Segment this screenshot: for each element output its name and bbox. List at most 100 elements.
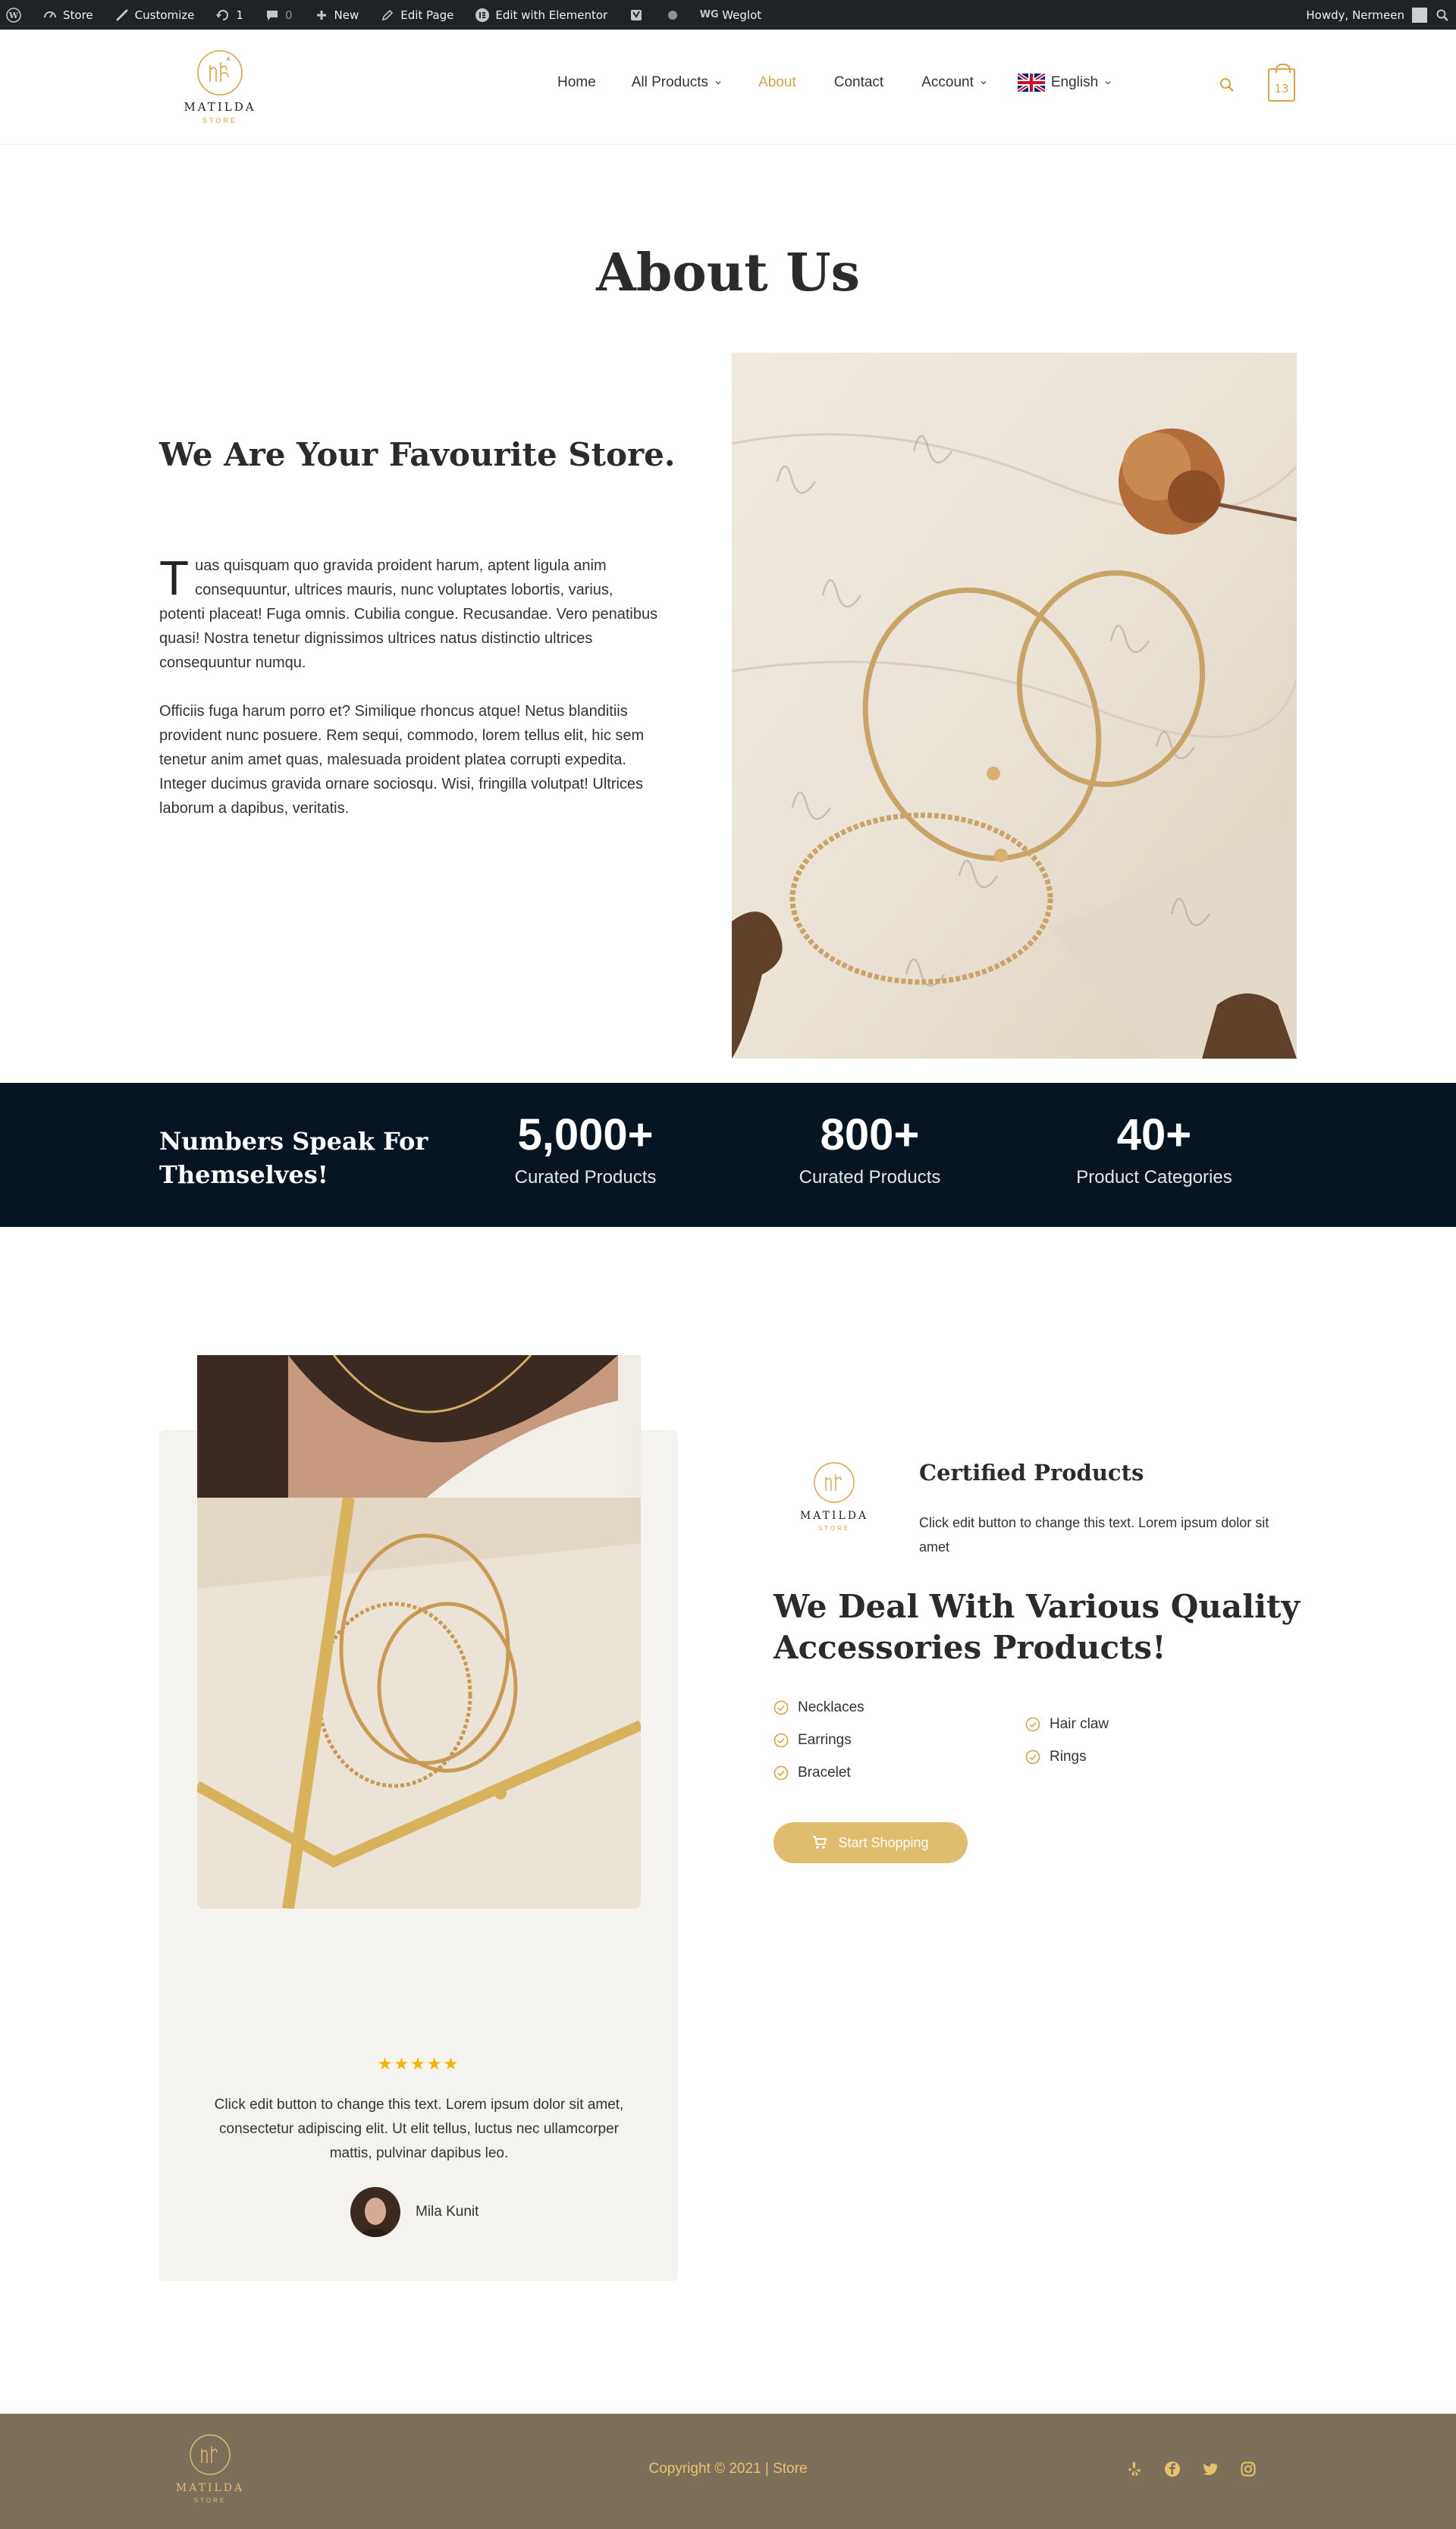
page-title: About Us — [596, 243, 860, 303]
certified-title: Certified Products — [919, 1460, 1144, 1486]
site-footer: MATILDA STORE Copyright © 2021 | Store — [0, 2414, 1456, 2529]
nav-about[interactable]: About — [758, 74, 796, 91]
about-subtitle: We Are Your Favourite Store. — [159, 436, 676, 473]
language-switcher[interactable]: English — [1016, 71, 1112, 94]
svg-text:W: W — [8, 11, 19, 20]
facebook-icon[interactable] — [1164, 2461, 1181, 2477]
logo-sub: STORE — [818, 1525, 850, 1532]
language-label: English — [1050, 74, 1099, 90]
dropcap: T — [159, 551, 190, 605]
stat-curated: 800+ Curated Products — [756, 1109, 984, 1188]
yoast-menu[interactable] — [629, 8, 644, 23]
necklace-photo — [197, 1355, 641, 1499]
main-navigation: Home All Products About Contact Account — [557, 71, 1112, 94]
start-shopping-label: Start Shopping — [838, 1834, 929, 1850]
stat-label: Product Categories — [1076, 1167, 1232, 1188]
chevron-down-icon — [981, 81, 987, 85]
list-item: Bracelet — [774, 1756, 864, 1789]
edit-page-link[interactable]: Edit Page — [380, 8, 453, 23]
weglot-link[interactable]: WG Weglot — [700, 8, 762, 23]
stat-value: 5,000+ — [517, 1110, 654, 1159]
list-item-label: Necklaces — [798, 1699, 864, 1715]
dashboard-icon — [42, 8, 58, 23]
updates-icon — [215, 8, 231, 23]
search-icon[interactable] — [1435, 8, 1450, 23]
instagram-icon[interactable] — [1240, 2461, 1257, 2477]
twitter-icon[interactable] — [1202, 2461, 1219, 2477]
nav-about-label: About — [758, 74, 796, 90]
start-shopping-button[interactable]: Start Shopping — [774, 1822, 968, 1863]
cart-button[interactable]: 13 — [1268, 64, 1295, 102]
nav-all-products[interactable]: All Products — [632, 74, 722, 91]
comment-icon — [265, 8, 280, 23]
uk-flag-icon — [1016, 71, 1046, 94]
author-name: Mila Kunit — [416, 2204, 479, 2220]
customize-link[interactable]: Customize — [115, 8, 195, 23]
user-avatar[interactable] — [1412, 7, 1427, 23]
edit-with-elementor-link[interactable]: Edit with Elementor — [475, 8, 607, 23]
list-item: Earrings — [774, 1724, 864, 1756]
check-circle-icon — [774, 1700, 789, 1715]
nav-contact[interactable]: Contact — [834, 74, 883, 91]
weglot-label: Weglot — [722, 8, 762, 22]
list-item-label: Hair claw — [1050, 1715, 1109, 1732]
seo-status[interactable] — [665, 8, 680, 23]
new-label: New — [334, 8, 359, 22]
list-item: Rings — [1025, 1740, 1109, 1773]
certified-logo: MATILDA STORE — [792, 1460, 876, 1536]
testimonial-author: Mila Kunit — [350, 2187, 479, 2237]
logo-sub: STORE — [194, 2497, 226, 2504]
stat-products: 5,000+ Curated Products — [472, 1109, 699, 1188]
check-circle-icon — [774, 1733, 789, 1747]
stat-label: Curated Products — [514, 1167, 657, 1188]
check-circle-icon — [1025, 1717, 1040, 1731]
stat-categories: 40+ Product Categories — [1040, 1109, 1268, 1188]
product-list-right: Hair claw Rings — [1025, 1708, 1109, 1773]
about-text: Tuas quisquam quo gravida proident harum… — [159, 554, 660, 821]
about-paragraph-1: uas quisquam quo gravida proident harum,… — [159, 557, 658, 671]
certified-text: Click edit button to change this text. L… — [919, 1515, 1269, 1555]
search-icon[interactable] — [1217, 75, 1238, 96]
admin-bar: W Store Customize 1 0 New Edit Page Edit… — [0, 0, 1456, 30]
stats-title: Numbers Speak For Themselves! — [159, 1127, 428, 1189]
site-name-label: Store — [63, 8, 93, 22]
list-item: Hair claw — [1025, 1708, 1109, 1740]
updates-count: 1 — [236, 8, 243, 22]
deal-title: We Deal With Various Quality Accessories… — [774, 1588, 1300, 1666]
nav-home-label: Home — [557, 74, 596, 90]
logo-sub: STORE — [202, 117, 237, 124]
comments-link[interactable]: 0 — [265, 8, 293, 23]
nav-home[interactable]: Home — [557, 74, 596, 91]
logo-name: MATILDA — [176, 2482, 244, 2494]
yoast-icon — [629, 8, 644, 23]
nav-all-products-label: All Products — [631, 74, 709, 90]
yelp-icon[interactable] — [1126, 2461, 1143, 2477]
site-logo[interactable]: MATILDA STORE — [177, 47, 264, 127]
list-item-label: Bracelet — [798, 1764, 851, 1781]
nav-account[interactable]: Account — [921, 74, 987, 91]
updates-link[interactable]: 1 — [215, 8, 243, 23]
site-name-link[interactable]: Store — [42, 8, 93, 23]
cart-count: 13 — [1274, 82, 1289, 96]
pencil-icon — [380, 8, 395, 23]
brush-icon — [115, 8, 130, 23]
product-list-left: Necklaces Earrings Bracelet — [774, 1691, 864, 1789]
elementor-icon — [475, 8, 490, 23]
nav-account-label: Account — [921, 74, 974, 90]
elementor-label: Edit with Elementor — [495, 8, 608, 22]
wordpress-menu[interactable]: W — [6, 7, 21, 23]
howdy-user[interactable]: Howdy, Nermeen — [1306, 8, 1404, 22]
check-circle-icon — [774, 1765, 789, 1780]
edit-page-label: Edit Page — [400, 8, 454, 22]
bracelets-photo — [732, 353, 1297, 1059]
avatar — [350, 2187, 400, 2237]
list-item-label: Rings — [1050, 1748, 1087, 1765]
gold-bangles-photo — [197, 1498, 641, 1909]
customize-label: Customize — [134, 8, 195, 22]
social-links — [1126, 2461, 1257, 2477]
new-content-link[interactable]: New — [314, 8, 359, 23]
stat-value: 40+ — [1116, 1110, 1192, 1159]
site-header: MATILDA STORE Home All Products About Co… — [0, 30, 1456, 145]
status-dot-icon — [665, 8, 680, 23]
about-paragraph-3: Integer ducimus gravida ornare sociosqu.… — [159, 776, 644, 817]
